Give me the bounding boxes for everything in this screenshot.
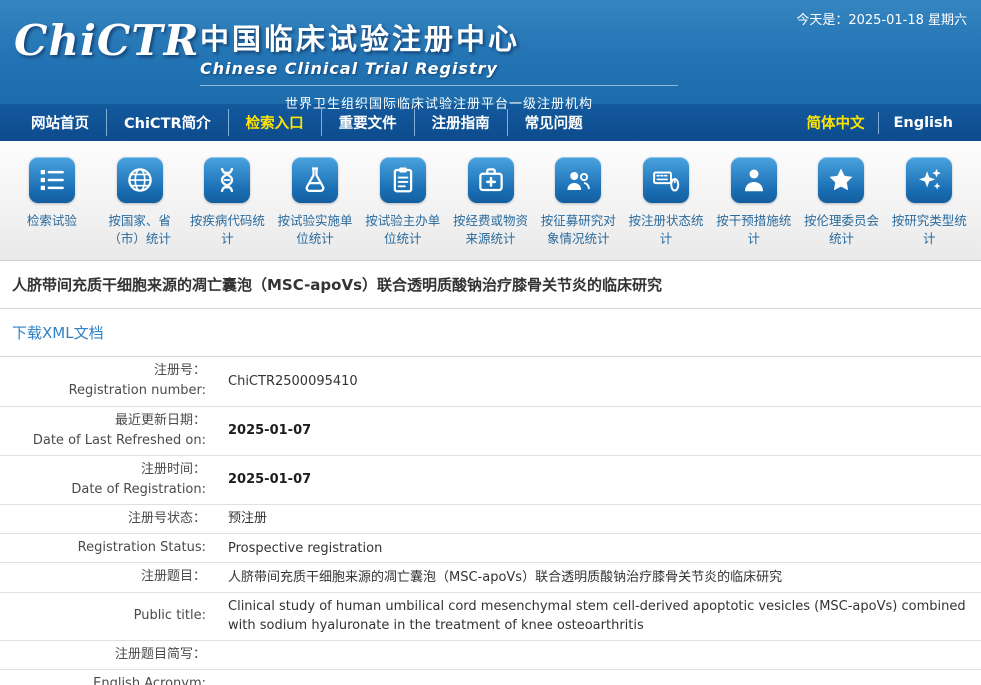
- site-subtitle: 世界卫生组织国际临床试验注册平台一级注册机构: [200, 85, 678, 112]
- toolbar-item-stats-by-sponsor[interactable]: 按试验主办单位统计: [359, 157, 447, 248]
- row-label-en: Date of Last Refreshed on:: [10, 431, 206, 451]
- row-label-cn: 最近更新日期：: [10, 411, 206, 431]
- row-label: English Acronym:: [0, 669, 216, 685]
- row-label: Public title:: [0, 592, 216, 640]
- current-date-text: 今天是：2025-01-18 星期六: [796, 9, 967, 28]
- row-value: 预注册: [216, 505, 981, 534]
- flask-icon: [292, 157, 338, 203]
- row-label-cn: 注册时间：: [10, 460, 206, 480]
- toolbar-item-label: 按试验实施单位统计: [273, 212, 357, 248]
- row-value: Prospective registration: [216, 534, 981, 563]
- row-value: 2025-01-07: [216, 406, 981, 455]
- row-label: 注册号状态：: [0, 505, 216, 534]
- row-label-cn: 注册题目简写：: [10, 645, 206, 665]
- toolbar-item-stats-by-recruitment[interactable]: 按征募研究对象情况统计: [534, 157, 622, 248]
- toolbar-item-stats-by-ethics-committee[interactable]: 按伦理委员会统计: [798, 157, 886, 248]
- nav-item-faq[interactable]: 常见问题: [507, 109, 600, 136]
- statistics-toolbar: 检索试验 按国家、省（市）统计 按疾病代码统计 按试验实施单位统计 按试验主办单: [0, 141, 981, 261]
- table-row-public-title-en: Public title: Clinical study of human um…: [0, 592, 981, 640]
- first-aid-kit-icon: [468, 157, 514, 203]
- toolbar-item-stats-by-registration-status[interactable]: 按注册状态统计: [622, 157, 710, 248]
- download-row: 下载XML文档: [0, 309, 981, 357]
- row-value: Clinical study of human umbilical cord m…: [216, 592, 981, 640]
- toolbar-item-label: 按经费或物资来源统计: [449, 212, 533, 248]
- toolbar-item-stats-by-study-type[interactable]: 按研究类型统计: [885, 157, 973, 248]
- nav-item-home[interactable]: 网站首页: [14, 109, 106, 136]
- row-label-cn: 注册题目：: [10, 567, 206, 587]
- toolbar-item-label: 按征募研究对象情况统计: [536, 212, 620, 248]
- nav-item-registration-guide[interactable]: 注册指南: [414, 109, 507, 136]
- star-icon: [818, 157, 864, 203]
- row-label-cn: 注册号状态：: [10, 509, 206, 529]
- nav-item-important-documents[interactable]: 重要文件: [321, 109, 414, 136]
- numbered-list-icon: [29, 157, 75, 203]
- row-label: 最近更新日期： Date of Last Refreshed on:: [0, 406, 216, 455]
- toolbar-item-label: 按试验主办单位统计: [361, 212, 445, 248]
- chictr-logo[interactable]: ChiCTR: [14, 14, 192, 69]
- toolbar-item-stats-by-implementing-institution[interactable]: 按试验实施单位统计: [271, 157, 359, 248]
- registration-info-table: 注册号： Registration number: ChiCTR25000954…: [0, 357, 981, 685]
- row-label-en: English Acronym:: [10, 674, 206, 685]
- toolbar-item-label: 按伦理委员会统计: [799, 212, 883, 248]
- nav-item-about[interactable]: ChiCTR简介: [106, 109, 228, 136]
- toolbar-item-stats-by-intervention[interactable]: 按干预措施统计: [710, 157, 798, 248]
- clipboard-icon: [380, 157, 426, 203]
- lang-simplified-chinese[interactable]: 简体中文: [792, 109, 878, 136]
- toolbar-item-label: 按干预措施统计: [712, 212, 796, 248]
- globe-icon: [117, 157, 163, 203]
- row-label-en: Date of Registration:: [10, 480, 206, 500]
- page: 今天是：2025-01-18 星期六 ChiCTR 中国临床试验注册中心 Chi…: [0, 0, 981, 685]
- site-title-en: Chinese Clinical Trial Registry: [200, 59, 678, 78]
- toolbar-item-label: 按疾病代码统计: [185, 212, 269, 248]
- row-value: [216, 669, 981, 685]
- toolbar-item-stats-by-disease-code[interactable]: 按疾病代码统计: [183, 157, 271, 248]
- table-row-last-refreshed: 最近更新日期： Date of Last Refreshed on: 2025-…: [0, 406, 981, 455]
- site-title-cn: 中国临床试验注册中心: [200, 16, 678, 58]
- dna-icon: [204, 157, 250, 203]
- row-label: Registration Status:: [0, 534, 216, 563]
- row-label: 注册号： Registration number:: [0, 357, 216, 406]
- nav-item-search-entry[interactable]: 检索入口: [228, 109, 321, 136]
- lang-english[interactable]: English: [878, 112, 967, 134]
- toolbar-item-label: 按注册状态统计: [624, 212, 708, 248]
- row-value: ChiCTR2500095410: [216, 357, 981, 406]
- users-icon: [555, 157, 601, 203]
- row-label: 注册题目简写：: [0, 640, 216, 669]
- row-value: [216, 640, 981, 669]
- toolbar-item-label: 检索试验: [27, 212, 77, 230]
- header: 今天是：2025-01-18 星期六 ChiCTR 中国临床试验注册中心 Chi…: [0, 0, 981, 104]
- download-xml-link[interactable]: 下载XML文档: [12, 324, 104, 342]
- study-title: 人脐带间充质干细胞来源的凋亡囊泡（MSC-apoVs）联合透明质酸钠治疗膝骨关节…: [0, 261, 981, 309]
- row-value: 人脐带间充质干细胞来源的凋亡囊泡（MSC-apoVs）联合透明质酸钠治疗膝骨关节…: [216, 563, 981, 592]
- row-label: 注册时间： Date of Registration:: [0, 455, 216, 504]
- sparkles-icon: [906, 157, 952, 203]
- table-row-registration-status-en: Registration Status: Prospective registr…: [0, 534, 981, 563]
- row-value: 2025-01-07: [216, 455, 981, 504]
- table-row-registration-number: 注册号： Registration number: ChiCTR25000954…: [0, 357, 981, 406]
- table-row-public-title-cn: 注册题目： 人脐带间充质干细胞来源的凋亡囊泡（MSC-apoVs）联合透明质酸钠…: [0, 563, 981, 592]
- toolbar-item-stats-by-country[interactable]: 按国家、省（市）统计: [96, 157, 184, 248]
- row-label-en: Registration number:: [10, 381, 206, 401]
- person-icon: [731, 157, 777, 203]
- site-title-block: 中国临床试验注册中心 Chinese Clinical Trial Regist…: [200, 14, 678, 112]
- row-label-cn: 注册号：: [10, 361, 206, 381]
- table-row-acronym-cn: 注册题目简写：: [0, 640, 981, 669]
- row-label-en: Registration Status:: [10, 538, 206, 558]
- table-row-registration-status-cn: 注册号状态： 预注册: [0, 505, 981, 534]
- keyboard-mouse-icon: [643, 157, 689, 203]
- toolbar-item-stats-by-funding-source[interactable]: 按经费或物资来源统计: [447, 157, 535, 248]
- row-label-en: Public title:: [10, 606, 206, 626]
- toolbar-item-search-trials[interactable]: 检索试验: [8, 157, 96, 248]
- table-row-acronym-en: English Acronym:: [0, 669, 981, 685]
- toolbar-item-label: 按研究类型统计: [887, 212, 971, 248]
- toolbar-item-label: 按国家、省（市）统计: [98, 212, 182, 248]
- row-label: 注册题目：: [0, 563, 216, 592]
- table-row-registration-date: 注册时间： Date of Registration: 2025-01-07: [0, 455, 981, 504]
